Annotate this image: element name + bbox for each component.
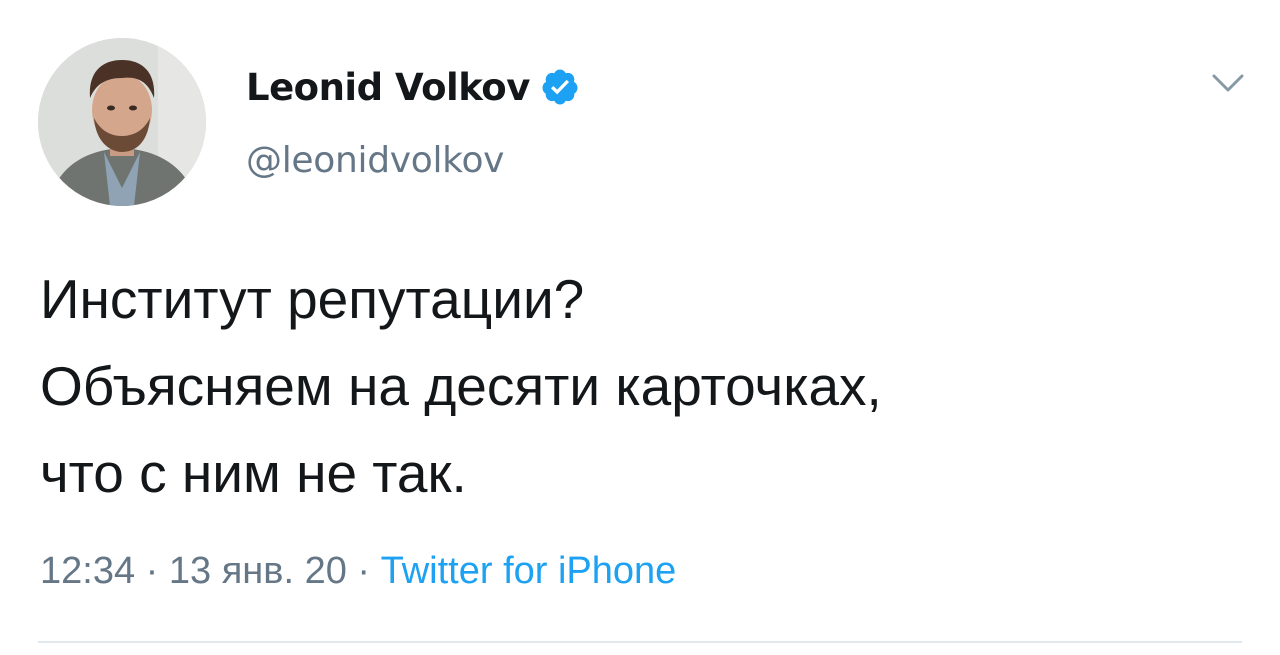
tweet-time[interactable]: 12:34 bbox=[40, 550, 135, 592]
tweet-card: Leonid Volkov @leonidvolkov Институт реп… bbox=[0, 0, 1280, 655]
chevron-down-icon[interactable] bbox=[1210, 70, 1246, 96]
author-handle[interactable]: @leonidvolkov bbox=[246, 140, 504, 181]
tweet-source-link[interactable]: Twitter for iPhone bbox=[381, 550, 677, 592]
avatar[interactable] bbox=[38, 38, 206, 206]
tweet-text: Институт репутации? Объясняем на десяти … bbox=[40, 256, 1240, 517]
verified-badge-icon bbox=[540, 67, 580, 107]
tweet-meta: 12:34 · 13 янв. 20 · Twitter for iPhone bbox=[40, 550, 676, 593]
tweet-date[interactable]: 13 янв. 20 bbox=[169, 550, 347, 592]
meta-separator: · bbox=[145, 550, 169, 592]
divider bbox=[38, 641, 1242, 643]
tweet-text-line: Институт репутации? bbox=[40, 268, 585, 330]
meta-separator: · bbox=[357, 550, 381, 592]
author-name-row[interactable]: Leonid Volkov bbox=[246, 62, 580, 112]
author-display-name[interactable]: Leonid Volkov bbox=[246, 66, 530, 109]
avatar-photo bbox=[38, 38, 206, 206]
tweet-text-line: Объясняем на десяти карточках, bbox=[40, 355, 882, 417]
tweet-text-line: что с ним не так. bbox=[40, 442, 467, 504]
